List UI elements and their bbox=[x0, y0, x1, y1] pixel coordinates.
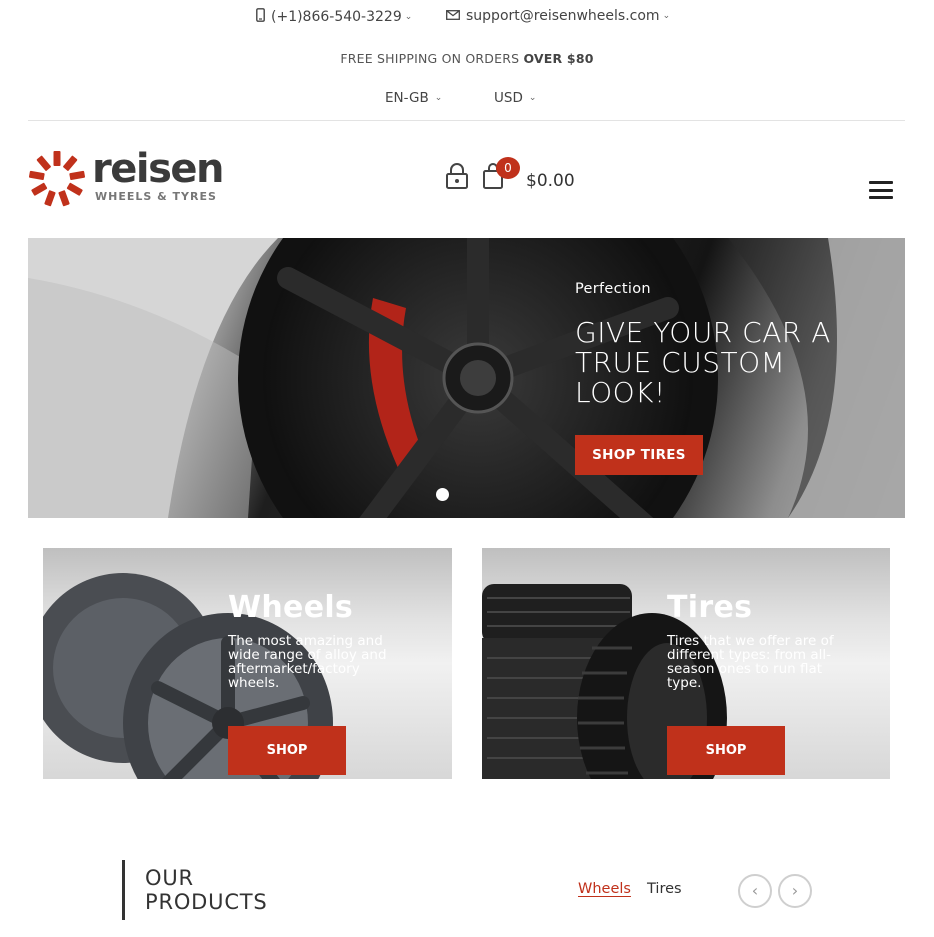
promo-wheels-title: Wheels bbox=[228, 590, 354, 625]
menu-line bbox=[869, 188, 893, 192]
tab-wheels[interactable]: Wheels bbox=[578, 881, 631, 897]
topbar-contacts: (+1)866-540-3229 ⌄ support@reisenwheels.… bbox=[0, 8, 934, 28]
chevron-down-icon: ⌄ bbox=[434, 93, 443, 103]
hamburger-menu-icon[interactable] bbox=[869, 181, 893, 199]
shop-tires-promo-button[interactable]: SHOP bbox=[667, 726, 785, 775]
promo-tires-text: Tires that we offer are of different typ… bbox=[667, 633, 834, 691]
shop-wheels-button[interactable]: SHOP bbox=[228, 726, 346, 775]
shipping-threshold: OVER $80 bbox=[523, 51, 594, 66]
chevron-left-icon: ‹ bbox=[751, 881, 759, 900]
hero-kicker: Perfection bbox=[575, 281, 651, 297]
language-selector[interactable]: EN-GB ⌄ bbox=[385, 90, 442, 106]
cart-count-badge: 0 bbox=[496, 157, 520, 179]
menu-line bbox=[869, 196, 893, 199]
email-dropdown[interactable]: support@reisenwheels.com ⌄ bbox=[446, 8, 670, 24]
chevron-down-icon: ⌄ bbox=[662, 11, 671, 21]
promo-wheels-text: The most amazing and wide range of alloy… bbox=[228, 633, 387, 691]
currency-value: USD bbox=[494, 90, 523, 106]
envelope-icon bbox=[446, 8, 460, 24]
promo-wheels: Wheels The most amazing and wide range o… bbox=[43, 548, 452, 779]
currency-selector[interactable]: USD ⌄ bbox=[494, 90, 536, 106]
our-products-title: OUR PRODUCTS bbox=[145, 866, 268, 914]
chevron-right-icon: › bbox=[791, 881, 799, 900]
free-shipping-notice: FREE SHIPPING ON ORDERS OVER $80 bbox=[0, 51, 934, 66]
chevron-down-icon: ⌄ bbox=[528, 93, 537, 103]
phone-icon bbox=[256, 8, 265, 26]
carousel-prev-button[interactable]: ‹ bbox=[738, 874, 772, 908]
header-divider bbox=[28, 120, 905, 121]
promo-tires-title: Tires bbox=[667, 590, 753, 625]
logo-mark-icon bbox=[28, 151, 86, 207]
carousel-next-button[interactable]: › bbox=[778, 874, 812, 908]
menu-line bbox=[869, 181, 893, 184]
cart-total[interactable]: $0.00 bbox=[526, 171, 575, 191]
section-accent-bar bbox=[122, 860, 125, 920]
shipping-text: FREE SHIPPING ON ORDERS bbox=[340, 51, 520, 66]
language-value: EN-GB bbox=[385, 90, 429, 106]
tab-tires[interactable]: Tires bbox=[647, 881, 682, 897]
logo-tagline: WHEELS & TYRES bbox=[95, 190, 217, 203]
phone-number: (+1)866-540-3229 bbox=[271, 9, 402, 25]
hero-title: GIVE YOUR CAR A TRUE CUSTOM LOOK! bbox=[575, 316, 831, 409]
hero-banner: Perfection GIVE YOUR CAR A TRUE CUSTOM L… bbox=[28, 238, 905, 518]
site-logo[interactable]: reisen WHEELS & TYRES bbox=[28, 146, 238, 210]
lock-icon[interactable] bbox=[444, 162, 470, 190]
chevron-down-icon: ⌄ bbox=[404, 12, 413, 22]
logo-wordmark: reisen bbox=[92, 146, 224, 192]
promo-tires: Tires Tires that we offer are of differe… bbox=[482, 548, 890, 779]
email-address: support@reisenwheels.com bbox=[466, 8, 660, 24]
phone-dropdown[interactable]: (+1)866-540-3229 ⌄ bbox=[256, 8, 412, 26]
shop-tires-button[interactable]: SHOP TIRES bbox=[575, 435, 703, 475]
slider-dot[interactable] bbox=[436, 488, 449, 501]
